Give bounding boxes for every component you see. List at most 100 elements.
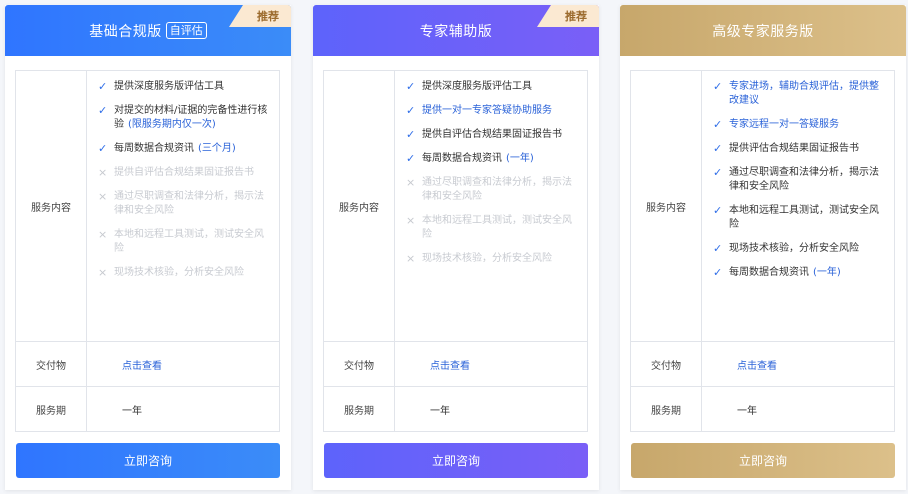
- feature-label: 提供评估合规结果固证报告书: [729, 143, 859, 154]
- plan-title: 基础合规版: [89, 23, 162, 40]
- consult-button[interactable]: 立即咨询: [631, 443, 895, 478]
- feature-text: 对提交的材料/证据的完备性进行核验 (限服务期内仅一次): [114, 104, 273, 132]
- feature-note: (三个月): [198, 143, 236, 154]
- plan-card-premium: 高级专家服务版 服务内容 ✓ 专家进场，辅助合规评估，提供整改建议 ✓ 专家远程一对一…: [620, 5, 906, 490]
- feature-item: ✓ 提供一对一专家答疑协助服务: [406, 104, 581, 118]
- cross-icon: ×: [98, 266, 108, 279]
- plan-card-expert: 专家辅助版 推荐 服务内容 ✓ 提供深度服务版评估工具 ✓ 提供一对一专家答疑协助服务…: [313, 5, 599, 490]
- cross-icon: ×: [98, 190, 108, 203]
- feature-label: 本地和远程工具测试，测试安全风险: [114, 229, 264, 254]
- view-deliverables-link[interactable]: 点击查看: [737, 357, 777, 372]
- check-icon: ✓: [713, 166, 723, 179]
- plan-title: 高级专家服务版: [712, 23, 814, 40]
- feature-note: (限服务期内仅一次): [128, 119, 216, 130]
- feature-text: 现场技术核验，分析安全风险: [422, 252, 552, 266]
- feature-label: 通过尽职调查和法律分析，揭示法律和安全风险: [114, 191, 264, 216]
- feature-item: ✓ 每周数据合规资讯 (一年): [713, 266, 888, 280]
- check-icon: ✓: [406, 128, 416, 141]
- feature-label: 通过尽职调查和法律分析，揭示法律和安全风险: [729, 167, 879, 192]
- recommend-ribbon: 推荐: [229, 5, 291, 27]
- plan-header: 专家辅助版 推荐: [313, 5, 599, 56]
- plan-header: 基础合规版 自评估 推荐: [5, 5, 291, 56]
- plan-table: 服务内容 ✓ 提供深度服务版评估工具 ✓ 对提交的材料/证据的完备性进行核验 (限服务期…: [15, 70, 280, 432]
- service-period-label: 服务期: [631, 387, 702, 432]
- features-cell: ✓ 专家进场，辅助合规评估，提供整改建议 ✓ 专家远程一对一答疑服务 ✓ 提供评估合规结果…: [703, 71, 894, 341]
- feature-label: 专家远程一对一答疑服务: [729, 119, 839, 130]
- feature-item: × 本地和远程工具测试，测试安全风险: [406, 214, 581, 242]
- feature-text: 每周数据合规资讯 (三个月): [114, 142, 236, 156]
- feature-note: (一年): [813, 267, 841, 278]
- feature-text: 专家远程一对一答疑服务: [729, 118, 839, 132]
- feature-text: 现场技术核验，分析安全风险: [114, 266, 244, 280]
- feature-label: 现场技术核验，分析安全风险: [114, 267, 244, 278]
- feature-label: 每周数据合规资讯: [422, 153, 502, 164]
- check-icon: ✓: [406, 80, 416, 93]
- service-content-label: 服务内容: [631, 71, 702, 341]
- feature-item: ✓ 提供深度服务版评估工具: [406, 80, 581, 94]
- recommend-ribbon: 推荐: [537, 5, 599, 27]
- check-icon: ✓: [713, 118, 723, 131]
- feature-text: 提供自评估合规结果固证报告书: [114, 166, 254, 180]
- check-icon: ✓: [98, 104, 108, 117]
- check-icon: ✓: [713, 204, 723, 217]
- consult-button[interactable]: 立即咨询: [324, 443, 588, 478]
- feature-label: 提供自评估合规结果固证报告书: [114, 167, 254, 178]
- feature-text: 通过尽职调查和法律分析，揭示法律和安全风险: [729, 166, 888, 194]
- check-icon: ✓: [406, 152, 416, 165]
- service-period-label: 服务期: [16, 387, 87, 432]
- service-content-label: 服务内容: [324, 71, 395, 341]
- feature-label: 本地和远程工具测试，测试安全风险: [729, 205, 879, 230]
- feature-item: ✓ 本地和远程工具测试，测试安全风险: [713, 204, 888, 232]
- feature-label: 通过尽职调查和法律分析，揭示法律和安全风险: [422, 177, 572, 202]
- deliverables-label: 交付物: [16, 342, 87, 386]
- deliverables-label: 交付物: [324, 342, 395, 386]
- feature-label: 提供深度服务版评估工具: [114, 81, 224, 92]
- feature-text: 本地和远程工具测试，测试安全风险: [729, 204, 888, 232]
- check-icon: ✓: [98, 142, 108, 155]
- feature-label: 现场技术核验，分析安全风险: [422, 253, 552, 264]
- feature-text: 提供深度服务版评估工具: [422, 80, 532, 94]
- consult-button[interactable]: 立即咨询: [16, 443, 280, 478]
- feature-text: 专家进场，辅助合规评估，提供整改建议: [729, 80, 888, 108]
- plan-table: 服务内容 ✓ 提供深度服务版评估工具 ✓ 提供一对一专家答疑协助服务 ✓ 提供自评估合规结…: [323, 70, 588, 432]
- feature-item: ✓ 提供自评估合规结果固证报告书: [406, 128, 581, 142]
- feature-label: 每周数据合规资讯: [114, 143, 194, 154]
- feature-item: ✓ 专家远程一对一答疑服务: [713, 118, 888, 132]
- feature-item: ✓ 通过尽职调查和法律分析，揭示法律和安全风险: [713, 166, 888, 194]
- feature-label: 专家进场，辅助合规评估，提供整改建议: [729, 81, 879, 106]
- feature-item: ✓ 每周数据合规资讯 (三个月): [98, 142, 273, 156]
- features-cell: ✓ 提供深度服务版评估工具 ✓ 提供一对一专家答疑协助服务 ✓ 提供自评估合规结果固证报告…: [396, 71, 587, 341]
- features-cell: ✓ 提供深度服务版评估工具 ✓ 对提交的材料/证据的完备性进行核验 (限服务期内仅一次)…: [88, 71, 279, 341]
- feature-item: × 本地和远程工具测试，测试安全风险: [98, 228, 273, 256]
- cross-icon: ×: [406, 176, 416, 189]
- service-content-label: 服务内容: [16, 71, 87, 341]
- plan-title: 专家辅助版: [419, 23, 493, 40]
- check-icon: ✓: [713, 80, 723, 93]
- cross-icon: ×: [406, 252, 416, 265]
- feature-label: 提供一对一专家答疑协助服务: [422, 105, 552, 116]
- feature-item: ✓ 专家进场，辅助合规评估，提供整改建议: [713, 80, 888, 108]
- service-period-value: 一年: [430, 406, 450, 417]
- feature-text: 提供一对一专家答疑协助服务: [422, 104, 552, 118]
- feature-text: 本地和远程工具测试，测试安全风险: [114, 228, 273, 256]
- check-icon: ✓: [713, 242, 723, 255]
- feature-text: 提供自评估合规结果固证报告书: [422, 128, 562, 142]
- feature-text: 通过尽职调查和法律分析，揭示法律和安全风险: [114, 190, 273, 218]
- feature-item: × 通过尽职调查和法律分析，揭示法律和安全风险: [98, 190, 273, 218]
- plan-header: 高级专家服务版: [620, 5, 906, 56]
- service-period-value: 一年: [122, 406, 142, 417]
- view-deliverables-link[interactable]: 点击查看: [430, 357, 470, 372]
- feature-text: 每周数据合规资讯 (一年): [422, 152, 534, 166]
- view-deliverables-link[interactable]: 点击查看: [122, 357, 162, 372]
- feature-list: ✓ 专家进场，辅助合规评估，提供整改建议 ✓ 专家远程一对一答疑服务 ✓ 提供评估合规结果…: [703, 71, 894, 280]
- feature-text: 本地和远程工具测试，测试安全风险: [422, 214, 581, 242]
- feature-label: 提供自评估合规结果固证报告书: [422, 129, 562, 140]
- feature-item: × 现场技术核验，分析安全风险: [406, 252, 581, 266]
- service-period-value: 一年: [737, 406, 757, 417]
- check-icon: ✓: [713, 266, 723, 279]
- service-period-label: 服务期: [324, 387, 395, 432]
- plan-card-basic: 基础合规版 自评估 推荐 服务内容 ✓ 提供深度服务版评估工具 ✓ 对提交的材料/证据…: [5, 5, 291, 490]
- feature-text: 每周数据合规资讯 (一年): [729, 266, 841, 280]
- feature-text: 现场技术核验，分析安全风险: [729, 242, 859, 256]
- feature-item: × 提供自评估合规结果固证报告书: [98, 166, 273, 180]
